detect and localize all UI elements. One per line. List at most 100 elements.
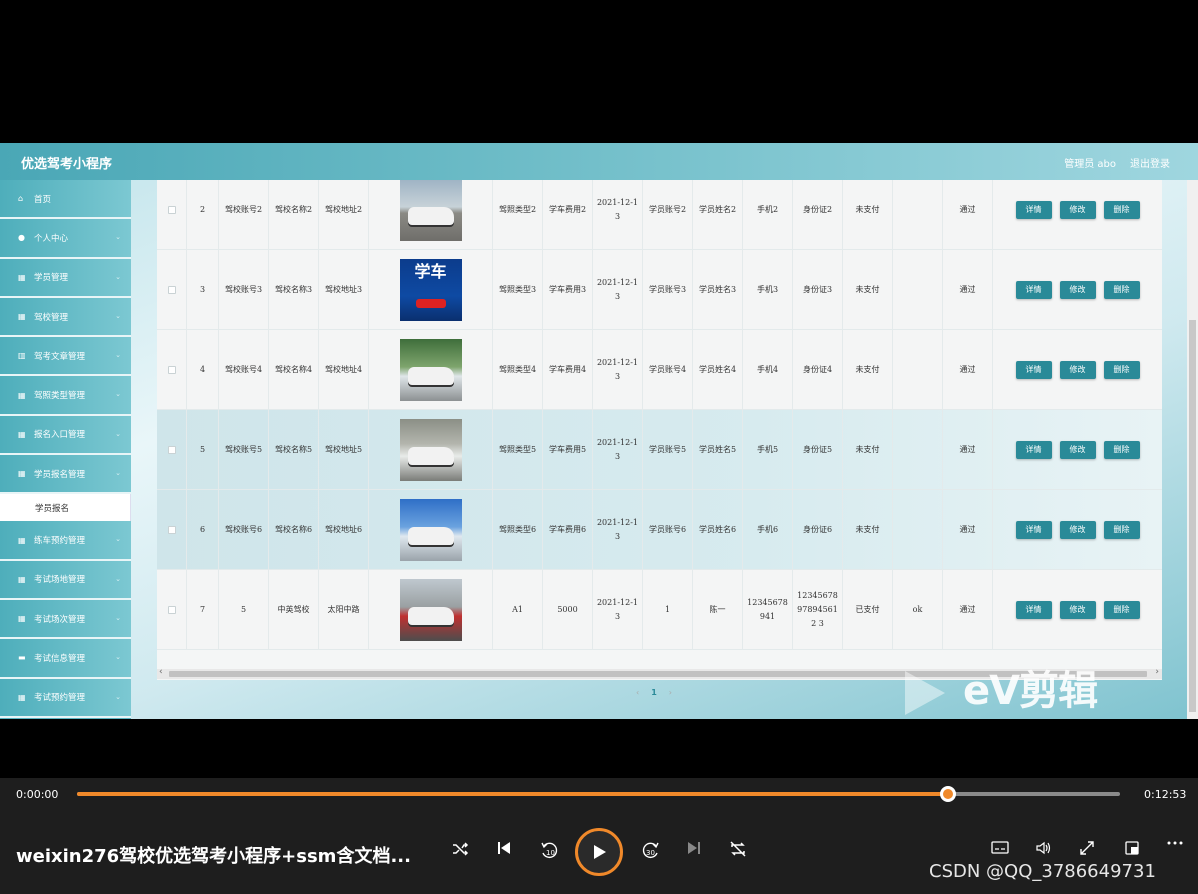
cell-text: 驾照类型6 (498, 525, 537, 534)
delete-button[interactable]: 删除 (1103, 281, 1140, 299)
sidebar-item[interactable]: ▦ 学员报名管理 ⌄ (0, 455, 131, 495)
cell-type: 驾照类型3 (493, 250, 543, 330)
sidebar-subitem-student-signup[interactable]: 学员报名 (0, 494, 131, 522)
previous-icon[interactable] (496, 840, 512, 856)
sidebar-item-label: 驾校管理 (34, 312, 69, 323)
forward-30-icon[interactable]: 30 (641, 840, 661, 860)
edit-button[interactable]: 修改 (1059, 361, 1096, 379)
next-page-icon[interactable]: › (669, 688, 672, 697)
volume-icon[interactable] (1035, 840, 1053, 856)
scroll-right-icon[interactable]: › (1155, 667, 1159, 677)
detail-button[interactable]: 详情 (1015, 361, 1052, 379)
page-number[interactable]: 1 (651, 688, 657, 697)
cell-stu-acct: 学员账号3 (643, 250, 693, 330)
cell-reply: ok (893, 570, 943, 650)
detail-button[interactable]: 详情 (1015, 521, 1052, 539)
cell-text: 2021-12-13 (596, 358, 639, 381)
cell-text: 学车费用4 (548, 365, 587, 374)
cell-text: 太阳中路 (327, 605, 360, 614)
grid-icon: ▦ (18, 312, 26, 322)
repeat-off-icon[interactable] (729, 840, 747, 858)
admin-label: 管理员 abo (1064, 159, 1116, 170)
next-icon[interactable] (686, 840, 702, 856)
row-checkbox[interactable] (167, 206, 176, 214)
delete-button[interactable]: 删除 (1103, 601, 1140, 619)
table-area: 2 驾校账号2 驾校名称2 驾校地址2 驾照类型2 学车费用2 2021-12-13 学员账号… (157, 180, 1162, 680)
sidebar-item[interactable]: ▦ 驾照类型管理 ⌄ (0, 376, 131, 416)
prev-page-icon[interactable]: ‹ (636, 688, 639, 697)
car-photo (399, 180, 462, 241)
logout-link[interactable]: 退出登录 (1130, 155, 1170, 170)
cell-text: 2021-12-13 (596, 518, 639, 541)
more-options-icon[interactable] (1167, 840, 1183, 846)
sidebar-item[interactable]: ▦ 练车预约管理 ⌄ (0, 521, 131, 561)
cell-text: 2021-12-13 (596, 598, 639, 621)
sidebar-item[interactable]: ▦ 驾校管理 ⌄ (0, 297, 131, 338)
vertical-scrollbar[interactable] (1187, 180, 1198, 719)
sidebar-item[interactable]: ▥ 驾考文章管理 ⌄ (0, 337, 131, 377)
cell-date: 2021-12-13 (593, 410, 643, 490)
top-bar: 优选驾考小程序 管理员 abo 退出登录 (0, 143, 1198, 180)
detail-button[interactable]: 详情 (1015, 441, 1052, 459)
delete-button[interactable]: 删除 (1103, 201, 1140, 219)
detail-button[interactable]: 详情 (1015, 601, 1052, 619)
rewind-10-icon[interactable]: 10 (539, 840, 559, 860)
play-button[interactable] (575, 828, 623, 876)
cell-phone: 手机5 (743, 410, 793, 490)
edit-button[interactable]: 修改 (1059, 441, 1096, 459)
row-checkbox[interactable] (167, 286, 176, 294)
cell-text: 2021-12-13 (596, 278, 639, 301)
cell-date: 2021-12-13 (593, 330, 643, 410)
cell-text: A1 (512, 605, 523, 614)
cell-text: 身份证5 (802, 445, 833, 454)
delete-button[interactable]: 删除 (1103, 441, 1140, 459)
sidebar-item[interactable]: ▦ 考试场次管理 ⌄ (0, 599, 131, 640)
edit-button[interactable]: 修改 (1059, 281, 1096, 299)
sidebar-item[interactable]: ● 个人中心 ⌄ (0, 219, 131, 259)
progress-knob[interactable] (939, 786, 956, 802)
cell-idx: 7 (187, 570, 219, 650)
edit-button[interactable]: 修改 (1059, 521, 1096, 539)
detail-button[interactable]: 详情 (1015, 201, 1052, 219)
grid-icon: ▦ (18, 272, 26, 282)
subtitles-icon[interactable] (991, 840, 1009, 854)
checkbox-cell (157, 410, 187, 490)
cell-acct: 驾校账号3 (219, 250, 269, 330)
cell-text: 学员账号3 (648, 285, 687, 294)
row-checkbox[interactable] (167, 446, 176, 454)
edit-button[interactable]: 修改 (1059, 601, 1096, 619)
scrollbar-thumb[interactable] (1189, 320, 1196, 712)
player-controls: 0:00:00 0:12:53 weixin276驾校优选驾考小程序+ssm含文… (0, 778, 1198, 894)
sidebar-item[interactable]: ▦ 考试场地管理 ⌄ (0, 560, 131, 600)
row-checkbox[interactable] (167, 366, 176, 374)
table-row: 5 驾校账号5 驾校名称5 驾校地址5 驾照类型5 学车费用5 2021-12-13 学员账号… (157, 410, 1162, 490)
photo-cell (369, 490, 493, 570)
sidebar-item-label: 考试场地管理 (34, 575, 86, 586)
detail-button[interactable]: 详情 (1015, 281, 1052, 299)
mini-player-icon[interactable] (1124, 840, 1140, 856)
row-checkbox[interactable] (167, 606, 176, 614)
cell-reply (893, 180, 943, 250)
sidebar-item[interactable]: ▦ 学员管理 ⌄ (0, 258, 131, 298)
cell-text: 身份证3 (802, 285, 833, 294)
actions-cell: 详情 修改 删除 (993, 410, 1162, 490)
photo-text: 学车 (414, 262, 447, 281)
progress-track[interactable] (77, 792, 1120, 796)
sidebar-item[interactable]: ▬ 考试信息管理 ⌄ (0, 639, 131, 679)
sidebar-item[interactable]: ⌂ 首页 (0, 180, 131, 220)
cell-status: 通过 (943, 490, 993, 570)
delete-button[interactable]: 删除 (1103, 361, 1140, 379)
row-checkbox[interactable] (167, 526, 176, 534)
photo-cell (369, 180, 493, 250)
fullscreen-icon[interactable] (1079, 840, 1095, 856)
shuffle-icon[interactable] (451, 840, 469, 858)
scroll-left-icon[interactable]: ‹ (159, 667, 163, 677)
car-graphic (407, 207, 454, 225)
sidebar-item-label: 个人中心 (34, 233, 69, 244)
sidebar-item[interactable]: ▦ 报名入口管理 ⌄ (0, 415, 131, 456)
delete-button[interactable]: 删除 (1103, 521, 1140, 539)
cell-reply (893, 410, 943, 490)
sidebar-item[interactable]: ▦ 考试预约管理 ⌄ (0, 678, 131, 718)
grid-icon: ▦ (18, 429, 26, 439)
edit-button[interactable]: 修改 (1059, 201, 1096, 219)
